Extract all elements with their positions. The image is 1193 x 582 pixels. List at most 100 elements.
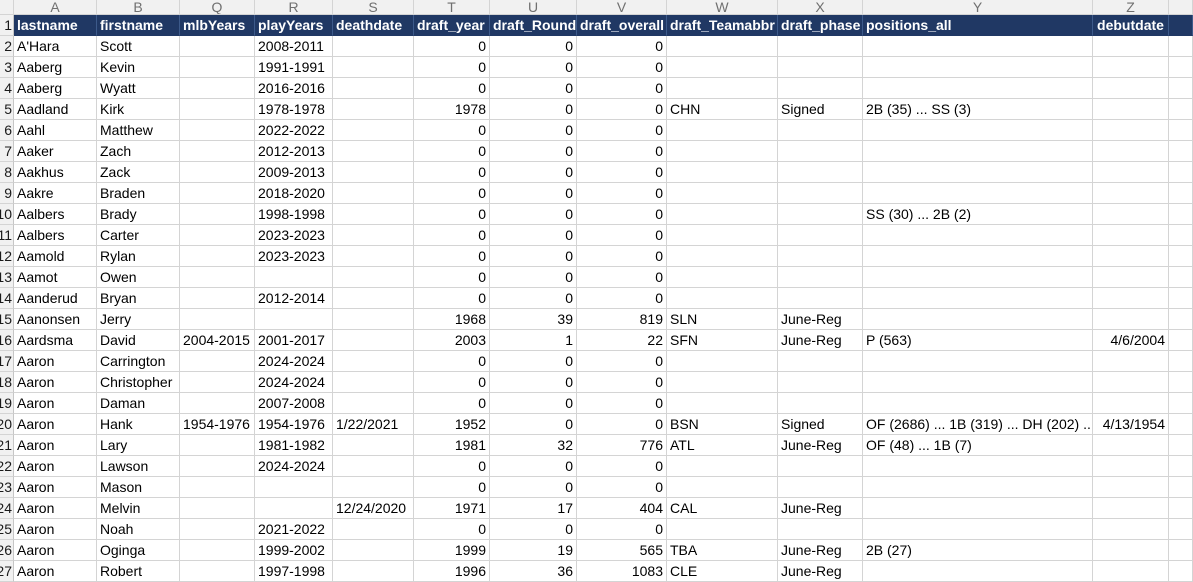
cell-playyears[interactable]: 2012-2014: [255, 288, 333, 309]
cell-trailing[interactable]: [1169, 477, 1193, 498]
cell-mlbyears[interactable]: [180, 204, 255, 225]
cell-lastname[interactable]: Aanderud: [14, 288, 97, 309]
cell-draft_phase[interactable]: [778, 246, 863, 267]
cell-firstname[interactable]: Kirk: [97, 99, 180, 120]
cell-trailing[interactable]: [1169, 414, 1193, 435]
cell-positions_all[interactable]: [863, 246, 1093, 267]
cell-draft_year[interactable]: 0: [414, 204, 490, 225]
cell-draft_phase[interactable]: [778, 351, 863, 372]
cell-draft_overall[interactable]: 404: [577, 498, 667, 519]
column-header-u[interactable]: U: [490, 0, 577, 15]
cell-debutdate[interactable]: [1093, 309, 1169, 330]
cell-draft_phase[interactable]: [778, 120, 863, 141]
column-header-trailing[interactable]: [1169, 0, 1193, 15]
cell-draft_teamabbr[interactable]: SLN: [667, 309, 778, 330]
cell-deathdate[interactable]: [333, 393, 414, 414]
cell-draft_round[interactable]: 0: [490, 372, 577, 393]
cell-firstname[interactable]: Carter: [97, 225, 180, 246]
cell-draft_phase[interactable]: Signed: [778, 414, 863, 435]
cell-deathdate[interactable]: [333, 225, 414, 246]
cell-draft_teamabbr[interactable]: [667, 183, 778, 204]
row-header[interactable]: 26: [0, 540, 14, 561]
cell-draft_round[interactable]: 19: [490, 540, 577, 561]
cell-debutdate[interactable]: [1093, 225, 1169, 246]
cell-deathdate[interactable]: [333, 99, 414, 120]
cell-firstname[interactable]: Zach: [97, 141, 180, 162]
cell-debutdate[interactable]: [1093, 204, 1169, 225]
cell-positions_all[interactable]: [863, 162, 1093, 183]
cell-playyears[interactable]: 2024-2024: [255, 372, 333, 393]
cell-draft_year[interactable]: 0: [414, 288, 490, 309]
header-cell-draft_teamabbr[interactable]: draft_Teamabbr: [667, 15, 778, 36]
cell-draft_phase[interactable]: [778, 78, 863, 99]
cell-mlbyears[interactable]: [180, 288, 255, 309]
cell-draft_round[interactable]: 0: [490, 351, 577, 372]
cell-debutdate[interactable]: [1093, 57, 1169, 78]
header-cell-deathdate[interactable]: deathdate: [333, 15, 414, 36]
row-header[interactable]: 20: [0, 414, 14, 435]
cell-firstname[interactable]: Lary: [97, 435, 180, 456]
cell-draft_teamabbr[interactable]: CHN: [667, 99, 778, 120]
cell-firstname[interactable]: Melvin: [97, 498, 180, 519]
cell-trailing[interactable]: [1169, 498, 1193, 519]
cell-firstname[interactable]: Hank: [97, 414, 180, 435]
cell-firstname[interactable]: Rylan: [97, 246, 180, 267]
cell-mlbyears[interactable]: [180, 519, 255, 540]
cell-debutdate[interactable]: [1093, 456, 1169, 477]
cell-deathdate[interactable]: [333, 372, 414, 393]
cell-draft_round[interactable]: 0: [490, 267, 577, 288]
cell-draft_year[interactable]: 0: [414, 120, 490, 141]
cell-trailing[interactable]: [1169, 540, 1193, 561]
cell-draft_year[interactable]: 0: [414, 141, 490, 162]
cell-draft_overall[interactable]: 0: [577, 99, 667, 120]
cell-draft_overall[interactable]: 776: [577, 435, 667, 456]
row-header[interactable]: 18: [0, 372, 14, 393]
row-header[interactable]: 10: [0, 204, 14, 225]
cell-draft_year[interactable]: 0: [414, 393, 490, 414]
row-header[interactable]: 25: [0, 519, 14, 540]
cell-draft_year[interactable]: 1952: [414, 414, 490, 435]
cell-draft_phase[interactable]: [778, 477, 863, 498]
cell-playyears[interactable]: 2022-2022: [255, 120, 333, 141]
cell-playyears[interactable]: 1978-1978: [255, 99, 333, 120]
cell-lastname[interactable]: Aaker: [14, 141, 97, 162]
cell-draft_round[interactable]: 0: [490, 225, 577, 246]
cell-draft_year[interactable]: 0: [414, 351, 490, 372]
cell-lastname[interactable]: Aanonsen: [14, 309, 97, 330]
cell-draft_year[interactable]: 0: [414, 246, 490, 267]
cell-draft_round[interactable]: 0: [490, 162, 577, 183]
cell-mlbyears[interactable]: [180, 57, 255, 78]
cell-positions_all[interactable]: [863, 477, 1093, 498]
select-all-corner[interactable]: [0, 0, 14, 15]
cell-mlbyears[interactable]: 2004-2015: [180, 330, 255, 351]
cell-draft_phase[interactable]: [778, 162, 863, 183]
cell-lastname[interactable]: Aaron: [14, 435, 97, 456]
cell-draft_overall[interactable]: 0: [577, 477, 667, 498]
cell-deathdate[interactable]: [333, 204, 414, 225]
cell-lastname[interactable]: Aakre: [14, 183, 97, 204]
cell-firstname[interactable]: Kevin: [97, 57, 180, 78]
row-header[interactable]: 16: [0, 330, 14, 351]
cell-lastname[interactable]: Aardsma: [14, 330, 97, 351]
column-header-y[interactable]: Y: [863, 0, 1093, 15]
cell-playyears[interactable]: 1999-2002: [255, 540, 333, 561]
cell-draft_teamabbr[interactable]: [667, 57, 778, 78]
cell-firstname[interactable]: Bryan: [97, 288, 180, 309]
cell-mlbyears[interactable]: [180, 246, 255, 267]
cell-draft_overall[interactable]: 0: [577, 120, 667, 141]
cell-positions_all[interactable]: [863, 57, 1093, 78]
cell-debutdate[interactable]: [1093, 36, 1169, 57]
cell-positions_all[interactable]: OF (48) ... 1B (7): [863, 435, 1093, 456]
column-header-b[interactable]: B: [97, 0, 180, 15]
cell-mlbyears[interactable]: [180, 498, 255, 519]
cell-trailing[interactable]: [1169, 141, 1193, 162]
cell-deathdate[interactable]: [333, 435, 414, 456]
cell-draft_year[interactable]: 0: [414, 183, 490, 204]
column-header-a[interactable]: A: [14, 0, 97, 15]
cell-draft_teamabbr[interactable]: [667, 36, 778, 57]
cell-debutdate[interactable]: [1093, 99, 1169, 120]
row-header[interactable]: 13: [0, 267, 14, 288]
cell-mlbyears[interactable]: [180, 351, 255, 372]
cell-lastname[interactable]: Aaron: [14, 372, 97, 393]
cell-playyears[interactable]: 2016-2016: [255, 78, 333, 99]
